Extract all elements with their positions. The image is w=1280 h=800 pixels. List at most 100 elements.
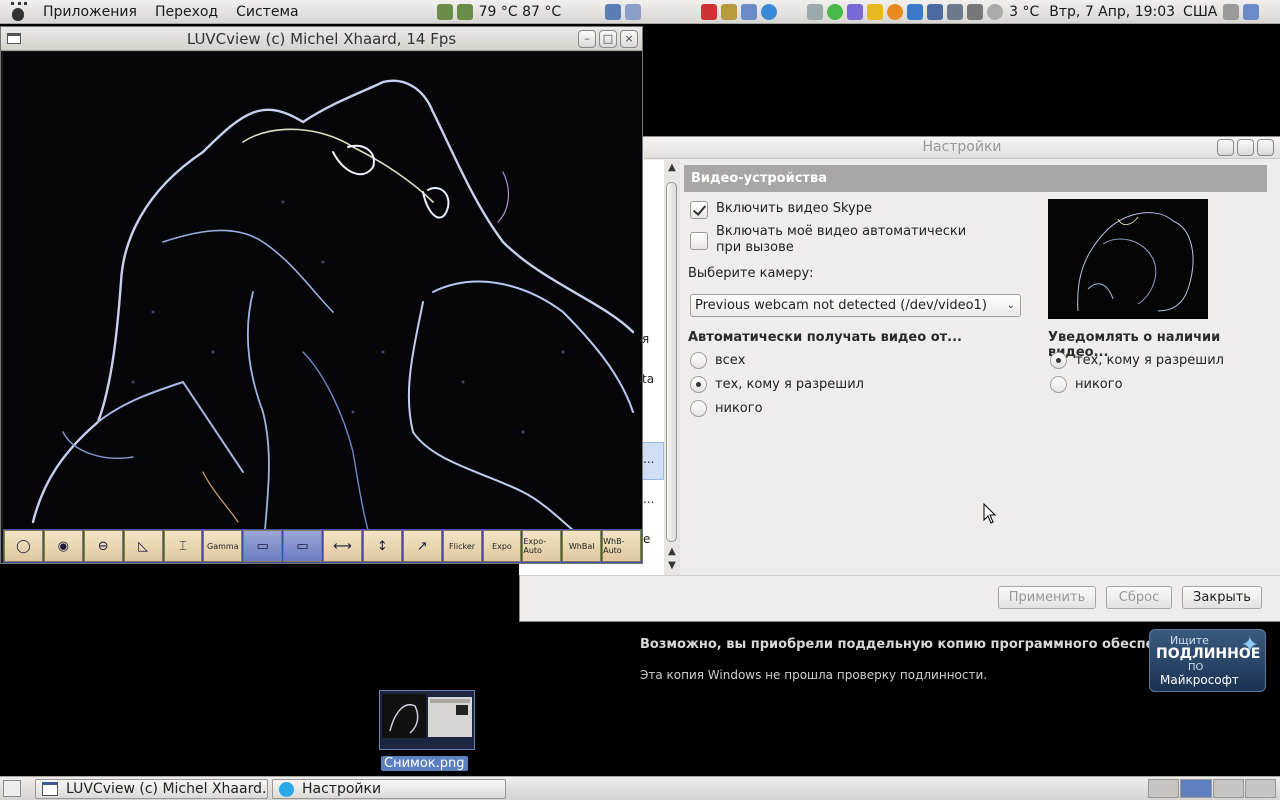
clock[interactable]: Втр, 7 Апр, 19:03: [1049, 4, 1175, 20]
workspace-1[interactable]: [1148, 779, 1180, 798]
settings-titlebar[interactable]: Настройки: [644, 137, 1280, 159]
toolbar-button[interactable]: Expo: [482, 530, 522, 562]
toolbar-button[interactable]: ◺: [123, 530, 163, 562]
close-window-button[interactable]: ×: [620, 30, 638, 48]
toolbar-button[interactable]: ⌶: [163, 530, 203, 562]
radio-button[interactable]: [690, 352, 707, 369]
pidgin-icon[interactable]: [847, 3, 864, 20]
menu-system[interactable]: Система: [227, 1, 307, 23]
show-desktop-icon[interactable]: [3, 780, 21, 797]
star-icon[interactable]: [867, 3, 884, 20]
toolbar-button[interactable]: ▭: [243, 530, 283, 562]
signal-bars-icon[interactable]: [927, 3, 944, 20]
toolbar-button[interactable]: WhBal: [562, 530, 602, 562]
toolbar-symbol-icon: ⟷: [333, 538, 352, 554]
toolbar-symbol-icon: ◯: [16, 538, 31, 554]
minimize-button[interactable]: [1217, 139, 1234, 156]
battery-icon[interactable]: [967, 3, 984, 20]
workspace-4[interactable]: [1244, 779, 1276, 798]
scroll-up-icon[interactable]: ▲: [666, 162, 678, 174]
skype-tray-icon[interactable]: [827, 3, 844, 20]
window-menu-icon[interactable]: [7, 33, 21, 44]
display-icon[interactable]: [741, 3, 758, 20]
apply-button[interactable]: Применить: [998, 586, 1096, 609]
close-button[interactable]: Закрыть: [1182, 586, 1262, 609]
maximize-button[interactable]: [1237, 139, 1254, 156]
toolbar-button[interactable]: ↕: [362, 530, 402, 562]
toolbar-button[interactable]: Gamma: [203, 530, 243, 562]
workspace-switcher[interactable]: [1148, 779, 1276, 798]
settings-gear-icon[interactable]: [887, 3, 904, 20]
task-luvcview[interactable]: LUVCview (c) Michel Xhaard...: [35, 779, 268, 799]
radio-label: никого: [715, 401, 763, 416]
radio-button[interactable]: [690, 376, 707, 393]
toolbar-symbol-icon: ⌶: [179, 538, 187, 554]
notify-option-allowed[interactable]: тех, кому я разрешил: [1050, 352, 1224, 369]
genuine-warning-text: Эта копия Windows не прошла проверку под…: [640, 668, 988, 682]
volume-icon[interactable]: [1223, 3, 1240, 20]
toolbar-button[interactable]: Expo-Auto: [522, 530, 562, 562]
toolbar-button[interactable]: WhB-Auto: [602, 530, 641, 562]
task-settings[interactable]: Настройки: [272, 779, 506, 799]
help-icon[interactable]: [761, 3, 778, 20]
desktop-file-thumbnail[interactable]: [379, 690, 475, 750]
toolbar-symbol-icon: ↕: [376, 538, 388, 554]
toolbar-button[interactable]: ↗: [402, 530, 442, 562]
auto-video-checkbox[interactable]: [690, 232, 708, 250]
scroll-down-icon[interactable]: ▼: [666, 560, 678, 572]
scrollbar-thumb[interactable]: [666, 182, 677, 542]
toolbar-button[interactable]: ⟷: [323, 530, 362, 562]
toolbar-symbol-icon: ◺: [138, 538, 149, 554]
genuine-microsoft-badge[interactable]: Ищите ПОДЛИННОЕ ПО Майкрософт ✦: [1149, 629, 1266, 692]
workspace-3[interactable]: [1212, 779, 1244, 798]
section-header: Видео-устройства: [684, 165, 1267, 192]
window-list-icon[interactable]: [1243, 3, 1260, 20]
camera-view: [3, 52, 642, 530]
toolbar-button[interactable]: ⊖: [83, 530, 123, 562]
power-plug-icon[interactable]: [721, 3, 738, 20]
toolbar-button[interactable]: ◉: [43, 530, 83, 562]
enable-video-checkbox[interactable]: [690, 201, 708, 219]
workspace-2[interactable]: [1180, 779, 1212, 798]
receive-option-all[interactable]: всех: [690, 352, 746, 369]
close-window-button[interactable]: [1257, 139, 1274, 156]
network-icon[interactable]: [605, 3, 622, 20]
task-label: LUVCview (c) Michel Xhaard...: [66, 781, 268, 797]
storage-icon[interactable]: [625, 3, 642, 20]
radio-button[interactable]: [690, 400, 707, 417]
reset-button[interactable]: Сброс: [1106, 586, 1172, 609]
toolbar-button[interactable]: ▭: [283, 530, 322, 562]
gnome-foot-icon[interactable]: [8, 1, 30, 22]
network-manager-icon[interactable]: [947, 3, 964, 20]
video-preview: [1048, 199, 1208, 319]
menu-places[interactable]: Переход: [146, 1, 227, 23]
radio-label: тех, кому я разрешил: [1075, 353, 1224, 368]
menu-applications[interactable]: Приложения: [34, 1, 146, 23]
keyboard-layout[interactable]: США: [1183, 4, 1217, 20]
camera-select[interactable]: Previous webcam not detected (/dev/video…: [690, 294, 1021, 317]
auto-video-row[interactable]: Включать моё видео автоматически при выз…: [690, 224, 966, 256]
radio-button[interactable]: [1050, 376, 1067, 393]
receive-option-none[interactable]: никого: [690, 400, 763, 417]
receive-option-allowed[interactable]: тех, кому я разрешил: [690, 376, 864, 393]
desktop-file-label[interactable]: Снимок.png: [381, 756, 468, 771]
enable-video-row[interactable]: Включить видео Skype: [690, 201, 872, 219]
moon-icon[interactable]: [987, 3, 1004, 20]
scroll-down-icon[interactable]: ▲: [666, 546, 678, 558]
maximize-button[interactable]: □: [599, 30, 617, 48]
notify-option-none[interactable]: никого: [1050, 376, 1123, 393]
weather-readout[interactable]: 3 °C: [1009, 4, 1039, 20]
toolbar-button[interactable]: ◯: [4, 530, 43, 562]
dropbox-icon[interactable]: [907, 3, 924, 20]
cpu-temp-icon-2[interactable]: [456, 3, 473, 20]
sidebar-fragment: ta: [642, 372, 655, 386]
sidebar-scrollbar[interactable]: ▲ ▲ ▼: [664, 160, 680, 575]
toolbar-button[interactable]: Flicker: [442, 530, 482, 562]
cpu-temp-icon[interactable]: [436, 3, 453, 20]
wireless-off-icon[interactable]: [807, 3, 824, 20]
minimize-button[interactable]: –: [578, 30, 596, 48]
radio-button[interactable]: [1050, 352, 1067, 369]
sidebar-fragment: ...: [643, 492, 655, 506]
luvcview-titlebar[interactable]: LUVCview (c) Michel Xhaard, 14 Fps – □ ×: [1, 27, 642, 51]
checklist-icon[interactable]: [701, 3, 718, 20]
